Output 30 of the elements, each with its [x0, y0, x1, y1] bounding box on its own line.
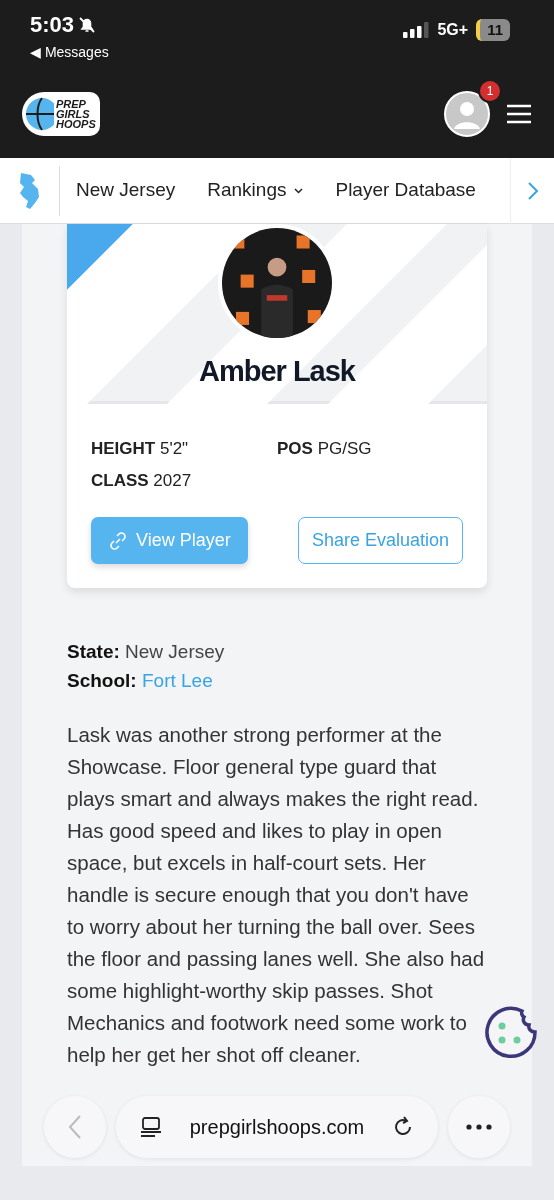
more-icon — [466, 1124, 492, 1130]
detail-value: New Jersey — [125, 641, 225, 662]
player-name: Amber Lask — [199, 354, 355, 389]
address-bar[interactable]: prepgirlshoops.com — [116, 1096, 438, 1158]
back-icon — [68, 1114, 82, 1140]
back-to-messages-link[interactable]: ◀ Messages — [30, 42, 109, 63]
chevron-right-icon[interactable] — [526, 180, 539, 201]
menu-icon[interactable] — [506, 104, 532, 124]
nav-link[interactable]: Player Database — [319, 176, 492, 205]
bell-slash-icon — [78, 16, 97, 34]
page-menu-icon[interactable] — [140, 1116, 162, 1138]
nav-link[interactable]: New Jersey — [60, 176, 192, 205]
evaluation-text: Lask was another strong performer at the Showcase. Floor general type guard that plays smart and always makes the right read. Has good speed and likes to play in open space, but excels in half-court sets. Her handle is secure enough that you don't have to worry about her turning the ball over. Sees the floor and passing lanes well. She also had some highlight-worthy skip passes. Shot Mechanics and footwork need some work to help her get her shot off cleaner. — [67, 722, 486, 1068]
caret-icon — [294, 187, 304, 194]
nav-link[interactable]: Rankings — [191, 176, 320, 205]
player-stat: POS PG/SG — [277, 439, 372, 458]
site-logo[interactable]: PREP GIRLS HOOPS — [22, 92, 100, 136]
url-text: prepgirlshoops.com — [189, 1115, 365, 1140]
battery-indicator: 11 — [476, 18, 510, 42]
detail-label: School: — [67, 669, 137, 691]
reload-icon[interactable] — [392, 1116, 414, 1138]
signal-icon — [403, 22, 430, 38]
network-label: 5G+ — [437, 20, 469, 40]
status-time: 5:03 — [30, 14, 75, 36]
player-stat: CLASS 2027 — [91, 470, 192, 490]
link-icon — [108, 530, 128, 551]
cookie-icon[interactable] — [484, 1006, 538, 1060]
player-stat: HEIGHT 5'2" — [91, 439, 189, 458]
notification-count: 1 — [478, 79, 502, 103]
detail-label: State: — [67, 641, 120, 662]
